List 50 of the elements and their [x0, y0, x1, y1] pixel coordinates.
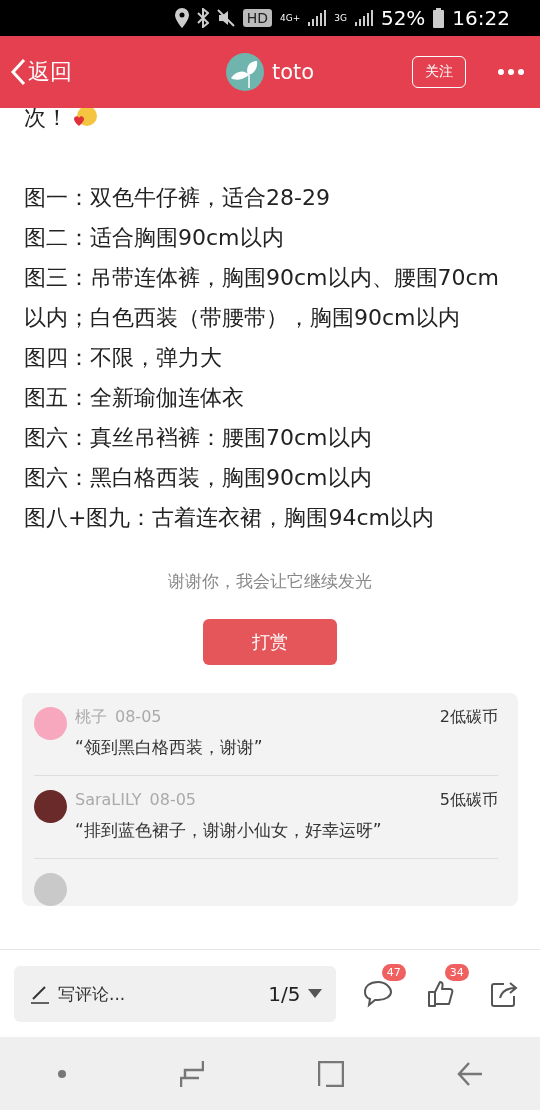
signal-icon	[354, 10, 373, 26]
network-label: 3G	[334, 13, 347, 23]
post-text: 图五：全新瑜伽连体衣	[24, 384, 245, 412]
comment-count-badge: 47	[381, 963, 406, 981]
dot-icon[interactable]	[56, 1068, 67, 1079]
reward-amount: 2低碳币	[439, 707, 498, 728]
post-text: 次！	[24, 108, 68, 132]
battery-icon	[433, 8, 445, 28]
more-icon[interactable]	[498, 69, 524, 75]
reward-date: 08-05	[149, 790, 197, 809]
back-link[interactable]: 返回	[10, 57, 72, 87]
post-text: 图三：吊带连体裤，胸围90cm以内、腰围70cm以内；白色西装（带腰带），胸围90cm以内	[24, 264, 501, 332]
back-icon[interactable]	[457, 1061, 484, 1086]
post-text: 图二：适合胸围90cm以内	[24, 224, 285, 252]
battery-percent: 52%	[380, 6, 426, 30]
follow-button[interactable]: 关注	[412, 56, 466, 88]
home-icon[interactable]	[317, 1060, 344, 1087]
reward-amount: 5低碳币	[439, 790, 498, 811]
location-icon	[174, 8, 189, 28]
header-title: toto	[271, 60, 315, 84]
hd-indicator: HD	[242, 9, 272, 27]
leaf-avatar-icon	[225, 53, 264, 91]
bluetooth-icon	[196, 8, 209, 28]
reward-message: “领到黑白格西装，谢谢”	[75, 736, 264, 759]
thumbs-up-icon[interactable]	[427, 979, 456, 1008]
post-text: 图六：真丝吊裆裤：腰围70cm以内	[24, 424, 373, 452]
post-text: 图一：双色牛仔裤，适合28-29	[24, 184, 331, 212]
chevron-left-icon	[10, 58, 26, 86]
post-text: 图四：不限，弹力大	[24, 344, 223, 372]
signal-icon	[308, 10, 327, 26]
comment-icon[interactable]	[363, 979, 394, 1008]
comment-field[interactable]: 写评论... 1/5	[14, 965, 337, 1022]
user-name: SaraLILY	[75, 790, 142, 809]
reward-button[interactable]: 打赏	[203, 619, 337, 665]
share-icon[interactable]	[490, 979, 519, 1008]
caret-icon	[308, 989, 323, 998]
clock: 16:22	[452, 6, 510, 30]
reward-message: “排到蓝色裙子，谢谢小仙女，好幸运呀”	[75, 819, 383, 842]
avatar	[34, 873, 67, 906]
user-name: 桃子	[75, 707, 107, 728]
post-text: 图八+图九：古着连衣裙，胸围94cm以内	[24, 504, 435, 532]
like-count-badge: 34	[444, 963, 469, 981]
thanks-text: 谢谢你，我会让它继续发光	[167, 570, 373, 593]
post-text: 图六：黑白格西装，胸围90cm以内	[24, 464, 373, 492]
network-label: 4G+	[279, 13, 301, 23]
recent-apps-icon[interactable]	[180, 1059, 205, 1088]
pencil-icon	[30, 983, 50, 1004]
mute-icon	[216, 9, 235, 27]
reward-date: 08-05	[115, 707, 162, 726]
page-selector[interactable]: 1/5	[268, 981, 323, 1006]
